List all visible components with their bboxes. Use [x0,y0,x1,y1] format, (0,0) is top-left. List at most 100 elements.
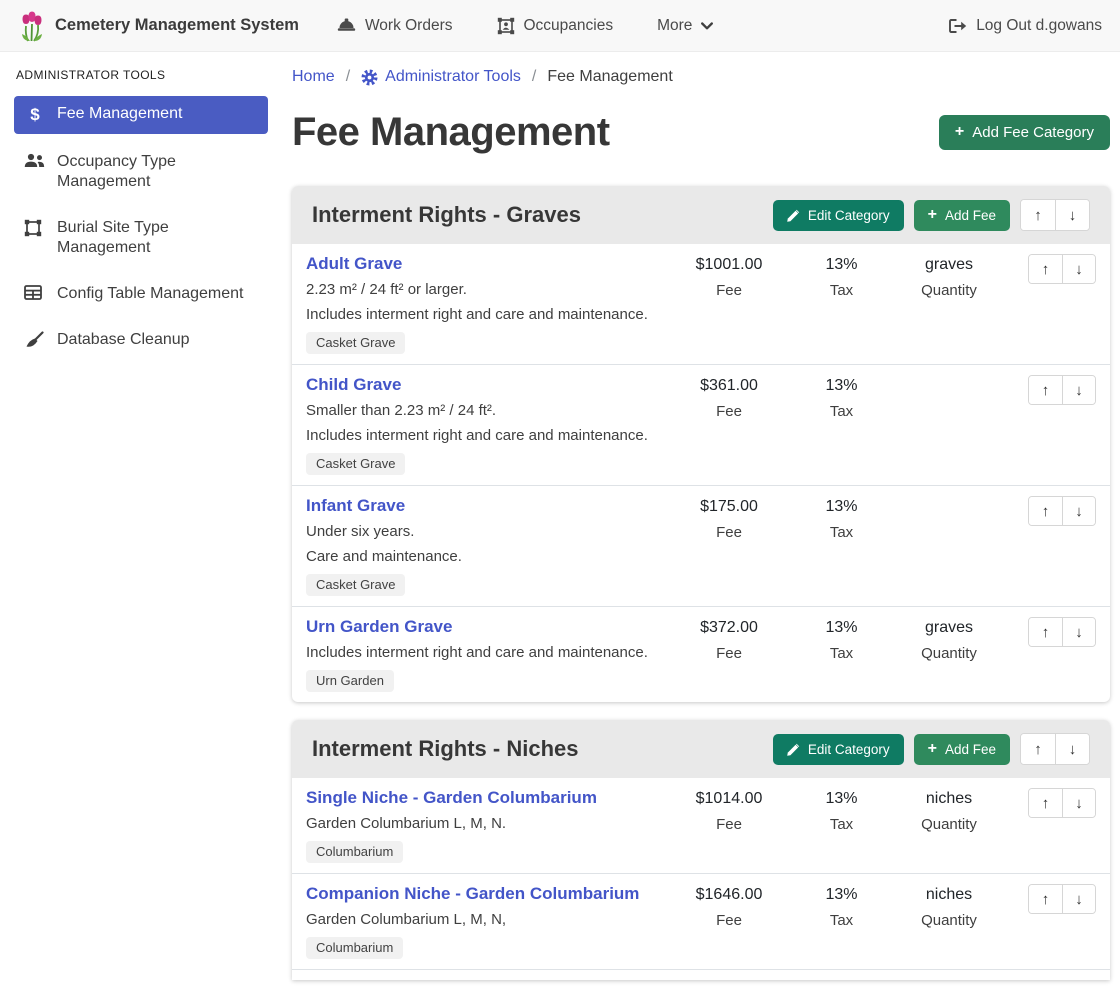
sidebar-item-fee-management[interactable]: $ Fee Management [14,96,268,134]
move-fee-down-button[interactable]: ↓ [1062,497,1095,525]
edit-category-label: Edit Category [808,208,890,223]
nav-items: Work Orders Occupancies More [337,17,714,35]
sidebar-item-config-table[interactable]: Config Table Management [14,276,268,312]
breadcrumb-separator: / [532,68,536,86]
add-fee-button[interactable]: + Add Fee [914,734,1010,765]
fee-row: Child Grave Smaller than 2.23 m² / 24 ft… [292,365,1110,486]
fee-quantity-cell [894,375,1004,383]
breadcrumb-separator: / [346,68,350,86]
plus-icon: + [928,208,937,222]
move-fee-down-button[interactable]: ↓ [1062,618,1095,646]
fee-amount-cell: $1014.00 Fee [669,788,789,833]
brand-title: Cemetery Management System [55,16,299,35]
move-category-up-button[interactable]: ↑ [1021,734,1055,764]
tulip-logo-icon [18,10,46,42]
fee-name-link[interactable]: Infant Grave [306,496,405,516]
sidebar-item-occupancy-type[interactable]: Occupancy Type Management [14,144,268,200]
fee-name-link[interactable]: Companion Niche - Garden Columbarium [306,884,639,904]
nav-more[interactable]: More [657,17,713,35]
move-fee-down-button[interactable]: ↓ [1062,376,1095,404]
tax-label: Tax [830,403,853,420]
fee-descriptions: Garden Columbarium L, M, N, [306,911,669,929]
sidebar-item-label: Occupancy Type Management [57,152,258,192]
logout-label: Log Out d.gowans [976,17,1102,35]
fee-name-link[interactable]: Single Niche - Garden Columbarium [306,788,597,808]
fee-type-badge: Columbarium [306,937,403,959]
fee-quantity-cell [894,496,1004,504]
fee-type-badge: Casket Grave [306,332,405,354]
sidebar-heading: ADMINISTRATOR TOOLS [16,68,268,82]
nav-occupancies-label: Occupancies [524,17,614,35]
category-reorder-group: ↑ ↓ [1020,199,1090,231]
fee-amount: $1014.00 [696,789,763,809]
fee-tax-cell: 13% Tax [789,617,894,662]
breadcrumb-home-link[interactable]: Home [292,68,335,86]
fee-name-link[interactable]: Child Grave [306,375,401,395]
sidebar-item-label: Config Table Management [57,284,244,304]
fee-tax: 13% [825,789,857,809]
fee-description: Includes interment right and care and ma… [306,644,669,662]
move-fee-down-button[interactable]: ↓ [1062,885,1095,913]
fee-descriptions: Under six years.Care and maintenance. [306,523,669,566]
fee-quantity-cell: graves Quantity [894,254,1004,299]
fee-description: Garden Columbarium L, M, N, [306,911,669,929]
move-fee-up-button[interactable]: ↑ [1029,255,1062,283]
move-category-down-button[interactable]: ↓ [1055,200,1089,230]
move-fee-up-button[interactable]: ↑ [1029,497,1062,525]
tax-label: Tax [830,816,853,833]
sidebar-item-label: Burial Site Type Management [57,218,258,258]
move-fee-up-button[interactable]: ↑ [1029,885,1062,913]
nav-work-orders[interactable]: Work Orders [337,17,453,35]
fee-description: Care and maintenance. [306,548,669,566]
fee-amount: $1646.00 [696,885,763,905]
fee-info: Companion Niche - Garden Columbarium Gar… [306,884,669,959]
sidebar-item-database-cleanup[interactable]: Database Cleanup [14,322,268,358]
fee-quantity: niches [926,789,972,809]
move-fee-up-button[interactable]: ↑ [1029,789,1062,817]
nav-occupancies[interactable]: Occupancies [497,17,614,35]
fee-category-card: Interment Rights - Niches Edit Category … [292,720,1110,980]
sidebar-item-burial-site-type[interactable]: Burial Site Type Management [14,210,268,266]
move-category-down-button[interactable]: ↓ [1055,734,1089,764]
sidebar-item-label: Database Cleanup [57,330,190,350]
fee-reorder-group: ↑ ↓ [1004,375,1096,405]
category-actions: Edit Category + Add Fee ↑ ↓ [773,199,1090,231]
fee-reorder-group: ↑ ↓ [1004,617,1096,647]
fee-info: Urn Garden Grave Includes interment righ… [306,617,669,692]
fee-descriptions: 2.23 m² / 24 ft² or larger.Includes inte… [306,281,669,324]
breadcrumb-current: Fee Management [547,68,672,86]
logout-button[interactable]: Log Out d.gowans [948,17,1102,35]
fee-name-link[interactable]: Urn Garden Grave [306,617,452,637]
fee-amount: $372.00 [700,618,758,638]
fee-reorder-group: ↑ ↓ [1004,884,1096,914]
move-fee-down-button[interactable]: ↓ [1062,255,1095,283]
fee-description: Garden Columbarium L, M, N. [306,815,669,833]
edit-category-button[interactable]: Edit Category [773,200,904,231]
hard-hat-icon [337,18,356,33]
category-actions: Edit Category + Add Fee ↑ ↓ [773,733,1090,765]
quantity-label: Quantity [921,816,977,833]
fee-tax-cell: 13% Tax [789,254,894,299]
nav-more-label: More [657,17,692,35]
category-header: Interment Rights - Niches Edit Category … [292,720,1110,778]
edit-category-button[interactable]: Edit Category [773,734,904,765]
move-fee-down-button[interactable]: ↓ [1062,789,1095,817]
move-fee-up-button[interactable]: ↑ [1029,376,1062,404]
fee-tax-cell: 13% Tax [789,375,894,420]
fee-info: Child Grave Smaller than 2.23 m² / 24 ft… [306,375,669,475]
fee-description: Smaller than 2.23 m² / 24 ft². [306,402,669,420]
categories: Interment Rights - Graves Edit Category … [292,186,1110,980]
fee-description: Includes interment right and care and ma… [306,306,669,324]
fee-name-link[interactable]: Adult Grave [306,254,402,274]
app-brand[interactable]: Cemetery Management System [18,10,299,42]
add-fee-category-button[interactable]: + Add Fee Category [939,115,1110,150]
gear-icon [361,69,378,86]
move-category-up-button[interactable]: ↑ [1021,200,1055,230]
breadcrumb-admin-tools-link[interactable]: Administrator Tools [361,68,521,86]
move-fee-up-button[interactable]: ↑ [1029,618,1062,646]
add-fee-button[interactable]: + Add Fee [914,200,1010,231]
fee-label: Fee [716,645,742,662]
quantity-label: Quantity [921,912,977,929]
vector-square-icon [24,219,46,237]
main-content: Home / Administrator Tools / Fee Managem… [280,52,1120,998]
